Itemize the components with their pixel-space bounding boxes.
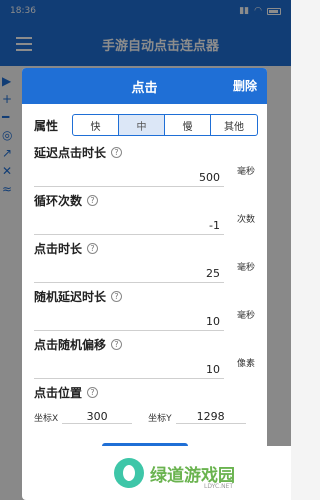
dialog-header: 点击 删除	[22, 68, 267, 104]
watermark-logo	[114, 458, 144, 488]
random-delay-input[interactable]: 10	[34, 313, 224, 331]
option-medium[interactable]: 中	[119, 115, 165, 135]
click-position-field: 点击位置 ?	[34, 384, 257, 401]
random-delay-field: 随机延迟时长 ? 10 毫秒	[34, 288, 257, 331]
loop-count-input[interactable]: -1	[34, 217, 224, 235]
property-label: 属性	[34, 118, 59, 133]
help-icon[interactable]: ?	[87, 243, 99, 254]
help-icon[interactable]: ?	[111, 147, 123, 158]
option-slow[interactable]: 慢	[165, 115, 211, 135]
loop-count-field: 循环次数 ? -1 次数	[34, 192, 257, 235]
watermark: 绿道游戏园 LDYC.NET	[92, 446, 291, 500]
x-label: 坐标X	[34, 414, 59, 424]
field-label: 延迟点击时长 ?	[34, 144, 257, 161]
unit-label: 毫秒	[237, 263, 256, 273]
option-other[interactable]: 其他	[211, 115, 257, 135]
option-fast[interactable]: 快	[73, 115, 119, 135]
click-duration-field: 点击时长 ? 25 毫秒	[34, 240, 257, 283]
click-settings-dialog: 点击 删除 属性 快 中 慢 其他 延迟点击时长 ? 500 毫秒 循环次数 ?…	[22, 68, 267, 500]
unit-label: 毫秒	[237, 167, 256, 177]
help-icon[interactable]: ?	[87, 387, 99, 398]
help-icon[interactable]: ?	[111, 339, 123, 350]
dialog-title: 点击	[131, 80, 158, 96]
click-duration-input[interactable]: 25	[34, 265, 224, 283]
help-icon[interactable]: ?	[87, 195, 99, 206]
field-label: 随机延迟时长 ?	[34, 288, 257, 305]
unit-label: 像素	[237, 359, 256, 369]
field-label: 循环次数 ?	[34, 192, 257, 209]
help-icon[interactable]: ?	[111, 291, 123, 302]
x-input[interactable]: 300	[62, 408, 133, 424]
watermark-text: 绿道游戏园	[150, 465, 235, 486]
property-row: 属性 快 中 慢 其他	[34, 114, 258, 136]
random-offset-field: 点击随机偏移 ? 10 像素	[34, 336, 257, 379]
watermark-subtext: LDYC.NET	[204, 483, 234, 490]
y-input[interactable]: 1298	[175, 408, 246, 424]
unit-label: 次数	[237, 215, 256, 225]
position-inputs: 坐标X 300 坐标Y 1298	[34, 408, 246, 424]
field-label: 点击时长 ?	[34, 240, 257, 257]
y-label: 坐标Y	[148, 414, 172, 424]
random-offset-input[interactable]: 10	[34, 361, 224, 379]
delay-duration-input[interactable]: 500	[34, 169, 224, 187]
field-label: 点击随机偏移 ?	[34, 336, 257, 353]
delete-button[interactable]: 删除	[233, 77, 257, 94]
unit-label: 毫秒	[237, 311, 256, 321]
field-label: 点击位置 ?	[34, 384, 257, 401]
delay-duration-field: 延迟点击时长 ? 500 毫秒	[34, 144, 257, 187]
speed-selector: 快 中 慢 其他	[72, 114, 258, 136]
